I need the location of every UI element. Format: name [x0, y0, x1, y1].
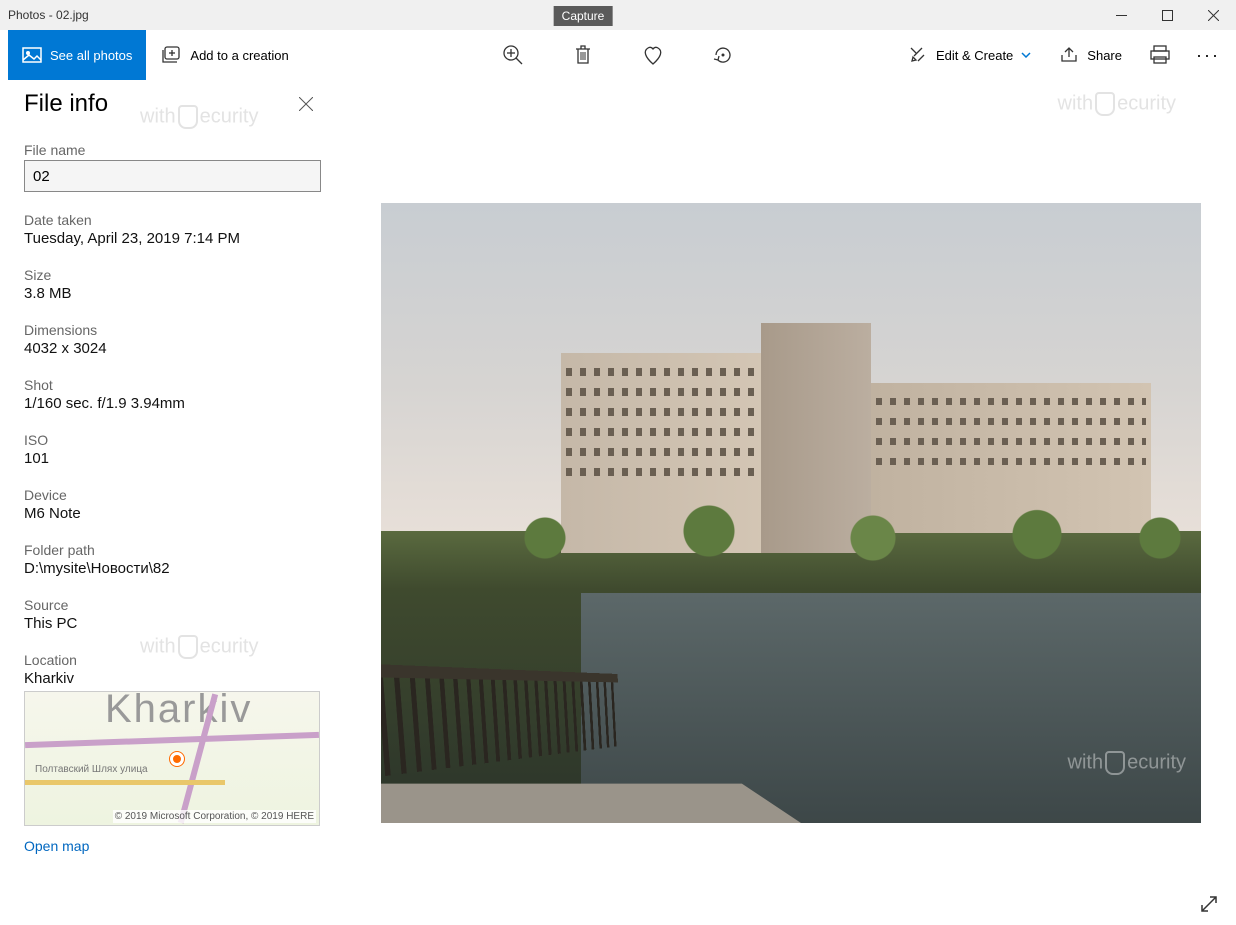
edit-icon: [908, 45, 928, 65]
fullscreen-button[interactable]: [1200, 895, 1218, 913]
open-map-link[interactable]: Open map: [24, 838, 89, 854]
map-pin-icon: [170, 752, 184, 766]
photo-icon: [22, 47, 42, 63]
watermark: withecurity: [1058, 92, 1176, 116]
main-area: File info File name Date taken Tuesday, …: [0, 80, 1236, 925]
map-credit: © 2019 Microsoft Corporation, © 2019 HER…: [113, 810, 316, 823]
window-titlebar: Photos - 02.jpg: [0, 0, 1236, 30]
device-label: Device: [24, 487, 321, 503]
toolbar-center: Capture: [493, 30, 743, 80]
folder-path-value: D:\mysite\Новости\82: [24, 560, 321, 577]
favorite-button[interactable]: [633, 30, 673, 80]
print-icon: [1149, 45, 1171, 65]
filename-input[interactable]: [24, 160, 321, 192]
map-street-label: Полтавский Шлях улица: [35, 764, 148, 775]
add-to-creation-button[interactable]: Add to a creation: [146, 30, 302, 80]
more-button[interactable]: ···: [1188, 30, 1228, 80]
zoom-icon: [502, 44, 524, 66]
add-creation-label: Add to a creation: [190, 48, 288, 63]
size-label: Size: [24, 267, 321, 283]
window-controls: [1098, 0, 1236, 30]
photo-viewer: [345, 80, 1236, 925]
close-icon: [299, 97, 313, 111]
source-label: Source: [24, 597, 321, 613]
date-taken-label: Date taken: [24, 212, 321, 228]
shot-value: 1/160 sec. f/1.9 3.94mm: [24, 395, 321, 412]
share-button[interactable]: Share: [1049, 30, 1132, 80]
see-all-photos-button[interactable]: See all photos: [8, 30, 146, 80]
source-value: This PC: [24, 615, 321, 632]
shot-label: Shot: [24, 377, 321, 393]
iso-label: ISO: [24, 432, 321, 448]
iso-value: 101: [24, 450, 321, 467]
toolbar: See all photos Add to a creation Capture…: [0, 30, 1236, 80]
see-all-label: See all photos: [50, 48, 132, 63]
rotate-button[interactable]: [703, 30, 743, 80]
rotate-icon: [712, 44, 734, 66]
date-taken-value: Tuesday, April 23, 2019 7:14 PM: [24, 230, 321, 247]
filename-label: File name: [24, 142, 321, 158]
maximize-button[interactable]: [1144, 0, 1190, 30]
location-map[interactable]: Kharkiv Полтавский Шлях улица © 2019 Mic…: [24, 691, 320, 826]
device-value: M6 Note: [24, 505, 321, 522]
toolbar-right: Edit & Create Share ···: [898, 30, 1228, 80]
expand-icon: [1200, 895, 1218, 913]
photo-image[interactable]: [381, 203, 1201, 823]
size-value: 3.8 MB: [24, 285, 321, 302]
watermark: withecurity: [1068, 751, 1186, 775]
map-city-label: Kharkiv: [105, 691, 252, 732]
delete-button[interactable]: Capture: [563, 30, 603, 80]
panel-title: File info: [24, 90, 108, 118]
heart-icon: [641, 44, 665, 66]
watermark: withecurity: [140, 105, 258, 129]
delete-tooltip: Capture: [554, 6, 613, 26]
print-button[interactable]: [1140, 30, 1180, 80]
folder-path-label: Folder path: [24, 542, 321, 558]
share-label: Share: [1087, 48, 1122, 63]
edit-create-label: Edit & Create: [936, 48, 1013, 63]
close-panel-button[interactable]: [291, 93, 321, 115]
dimensions-label: Dimensions: [24, 322, 321, 338]
add-creation-icon: [160, 46, 180, 64]
chevron-down-icon: [1021, 52, 1031, 58]
minimize-button[interactable]: [1098, 0, 1144, 30]
dimensions-value: 4032 x 3024: [24, 340, 321, 357]
location-value: Kharkiv: [24, 670, 321, 687]
share-icon: [1059, 46, 1079, 64]
ellipsis-icon: ···: [1196, 45, 1220, 66]
close-button[interactable]: [1190, 0, 1236, 30]
trash-icon: [573, 44, 593, 66]
watermark: withecurity: [140, 635, 258, 659]
file-info-panel: File info File name Date taken Tuesday, …: [0, 80, 345, 925]
edit-create-button[interactable]: Edit & Create: [898, 30, 1041, 80]
zoom-button[interactable]: [493, 30, 533, 80]
